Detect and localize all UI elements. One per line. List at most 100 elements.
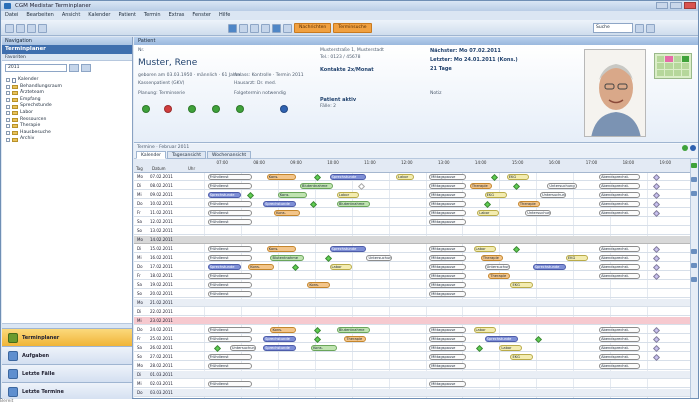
- appointment-marker-icon[interactable]: [313, 326, 321, 334]
- appointment-pill[interactable]: Mittagspause: [429, 210, 467, 216]
- table-row[interactable]: Sa 12.02.2011 Frühdienst Mittagspause: [134, 218, 690, 226]
- appointment-pill[interactable]: Kons.: [266, 174, 297, 180]
- appointment-pill[interactable]: Mittagspause: [429, 201, 467, 207]
- appointment-pill[interactable]: EKG: [484, 192, 507, 198]
- expand-icon[interactable]: [6, 104, 10, 109]
- appointment-pill[interactable]: Abendsprechst.: [599, 174, 640, 180]
- appointment-pill[interactable]: Mittagspause: [429, 282, 467, 288]
- appointment-pill[interactable]: Mittagspause: [429, 354, 467, 360]
- tree-item[interactable]: Archiv: [6, 136, 128, 143]
- status-green-3-icon[interactable]: [212, 105, 220, 113]
- appointment-pill[interactable]: Abendsprechst.: [599, 210, 640, 216]
- search-icon[interactable]: [635, 23, 644, 33]
- appointment-pill[interactable]: Frühdienst: [207, 183, 252, 189]
- appointment-marker-icon[interactable]: [513, 245, 521, 253]
- month-icon[interactable]: [283, 23, 292, 33]
- appointment-marker-icon[interactable]: [214, 344, 222, 352]
- appointment-pill[interactable]: Frühdienst: [207, 282, 252, 288]
- appointment-pill[interactable]: Sprechstunde: [532, 264, 566, 270]
- appointment-pill[interactable]: Mittagspause: [429, 327, 467, 333]
- menu-item[interactable]: Bearbeiten: [26, 12, 53, 19]
- appointment-pill[interactable]: Abendsprechst.: [599, 246, 640, 252]
- table-row[interactable]: Mo 21.02.2011: [134, 299, 690, 307]
- appointment-marker-icon[interactable]: [653, 173, 661, 181]
- appointment-pill[interactable]: Sprechstunde: [263, 336, 297, 342]
- appointment-pill[interactable]: Mittagspause: [429, 192, 467, 198]
- appointment-pill[interactable]: Kons.: [311, 345, 337, 351]
- nav-button[interactable]: Letzte Fälle: [2, 364, 132, 383]
- search-input[interactable]: Suche: [593, 23, 633, 33]
- status-red-icon[interactable]: [164, 105, 172, 113]
- appointment-pill[interactable]: Abendsprechst.: [599, 201, 640, 207]
- appointment-pill[interactable]: Untersuchung: [229, 345, 256, 351]
- appointment-pill[interactable]: Frühdienst: [207, 246, 252, 252]
- appointment-pill[interactable]: Abendsprechst.: [599, 363, 640, 369]
- appointment-pill[interactable]: Frühdienst: [207, 363, 252, 369]
- expand-icon[interactable]: [6, 124, 10, 129]
- appointment-marker-icon[interactable]: [535, 335, 543, 343]
- appointment-pill[interactable]: EKG: [510, 354, 533, 360]
- tree-item[interactable]: Labor: [6, 110, 128, 117]
- appointment-marker-icon[interactable]: [513, 182, 521, 190]
- appointment-pill[interactable]: Mittagspause: [429, 273, 467, 279]
- legend-blue-icon[interactable]: [690, 145, 696, 151]
- appointment-pill[interactable]: Mittagspause: [429, 363, 467, 369]
- appointment-pill[interactable]: Frühdienst: [207, 201, 252, 207]
- table-row[interactable]: Fr 18.02.2011 Frühdienst Mittagspause Therap…: [134, 272, 690, 280]
- tree-item[interactable]: Sprechstunde: [6, 103, 128, 110]
- new-icon[interactable]: [5, 23, 14, 33]
- mini-calendar[interactable]: [654, 53, 692, 79]
- side-add-icon[interactable]: [691, 163, 697, 168]
- table-row[interactable]: Mi 02.03.2011 Frühdienst Mittagspause: [134, 380, 690, 388]
- refresh-icon[interactable]: [280, 105, 288, 113]
- appointment-marker-icon[interactable]: [653, 191, 661, 199]
- appointment-pill[interactable]: Blutentnahme: [336, 201, 371, 207]
- close-button[interactable]: [684, 2, 696, 9]
- appointment-pill[interactable]: EKG: [510, 282, 533, 288]
- expand-icon[interactable]: [6, 111, 10, 116]
- tree-item[interactable]: Kalender: [6, 77, 128, 84]
- appointment-pill[interactable]: Abendsprechst.: [599, 354, 640, 360]
- appointment-marker-icon[interactable]: [476, 344, 484, 352]
- expand-icon[interactable]: [6, 137, 10, 142]
- expand-icon[interactable]: [6, 98, 10, 103]
- calendar-picker-icon[interactable]: [81, 64, 91, 72]
- table-row[interactable]: Mi 09.02.2011 Sprechstunde Kons. Labor Mittag…: [134, 191, 690, 199]
- appointment-pill[interactable]: Untersuchung: [484, 264, 511, 270]
- appointment-marker-icon[interactable]: [653, 245, 661, 253]
- appointment-pill[interactable]: Abendsprechst.: [599, 264, 640, 270]
- appointment-marker-icon[interactable]: [653, 182, 661, 190]
- appointment-pill[interactable]: Sprechstunde: [263, 345, 297, 351]
- appointment-marker-icon[interactable]: [653, 209, 661, 217]
- appointment-pill[interactable]: Kons.: [307, 282, 330, 288]
- appointment-pill[interactable]: Abendsprechst.: [599, 192, 640, 198]
- table-row[interactable]: Mo 28.02.2011 Frühdienst Mittagspause Abends…: [134, 362, 690, 370]
- menu-item[interactable]: Hilfe: [219, 12, 230, 19]
- week-icon[interactable]: [272, 23, 281, 33]
- prev-icon[interactable]: [239, 23, 248, 33]
- menu-item[interactable]: Termin: [144, 12, 161, 19]
- appointment-pill[interactable]: Mittagspause: [429, 255, 467, 261]
- appointment-pill[interactable]: Frühdienst: [207, 210, 252, 216]
- appointment-pill[interactable]: Labor: [336, 192, 360, 198]
- appointment-pill[interactable]: Therapie: [517, 201, 540, 207]
- appointment-pill[interactable]: Frühdienst: [207, 381, 252, 387]
- table-row[interactable]: Sa 26.02.2011 Untersuchung Sprechstunde Kons…: [134, 344, 690, 352]
- save-icon[interactable]: [27, 23, 36, 33]
- appointment-pill[interactable]: Frühdienst: [207, 273, 252, 279]
- table-row[interactable]: Mo 07.02.2011 Frühdienst Kons. Sprechstunde L…: [134, 173, 690, 181]
- appointment-marker-icon[interactable]: [358, 182, 366, 190]
- appointment-pill[interactable]: Blutentnahme: [300, 183, 334, 189]
- menu-item[interactable]: Ansicht: [62, 12, 80, 19]
- appointment-pill[interactable]: Mittagspause: [429, 336, 467, 342]
- appointment-pill[interactable]: Mittagspause: [429, 291, 467, 297]
- appointment-pill[interactable]: Frühdienst: [207, 174, 252, 180]
- view-tab[interactable]: Kalender: [136, 151, 166, 159]
- appointment-pill[interactable]: Mittagspause: [429, 264, 467, 270]
- appointment-pill[interactable]: Frühdienst: [207, 219, 252, 225]
- table-row[interactable]: Di 15.02.2011 Frühdienst Kons. Sprechstunde M…: [134, 245, 690, 253]
- appointment-pill[interactable]: Mittagspause: [429, 381, 467, 387]
- appointment-marker-icon[interactable]: [653, 344, 661, 352]
- table-row[interactable]: Do 03.03.2011: [134, 389, 690, 397]
- expand-icon[interactable]: [6, 117, 10, 122]
